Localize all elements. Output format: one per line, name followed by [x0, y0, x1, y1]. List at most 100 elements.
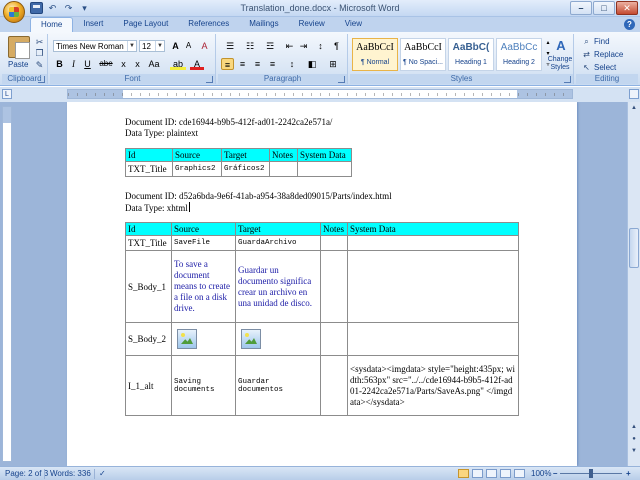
cell-target[interactable] — [235, 322, 321, 356]
shading-icon[interactable]: ◧ — [304, 58, 320, 70]
translation-table-2[interactable]: Id Source Target Notes System Data TXT_T… — [125, 222, 519, 416]
vertical-scrollbar[interactable]: ▲ ▲ ● ▼ — [627, 102, 640, 466]
font-color-button[interactable]: A — [190, 58, 204, 70]
draft-icon[interactable] — [514, 469, 525, 478]
cell-id[interactable]: S_Body_2 — [125, 322, 172, 356]
cell-system-data[interactable] — [347, 322, 519, 356]
borders-icon[interactable]: ⊞ — [324, 58, 342, 70]
previous-page-icon[interactable]: ▲ — [629, 422, 639, 432]
line-spacing-icon[interactable]: ↕ — [284, 58, 300, 70]
zoom-out-button[interactable]: – — [553, 469, 557, 478]
paragraph-launcher-icon[interactable] — [338, 76, 345, 83]
change-styles-icon[interactable]: A — [552, 38, 570, 54]
chevron-down-icon[interactable]: ▼ — [155, 41, 164, 51]
show-hide-button[interactable]: ¶ — [330, 40, 343, 52]
tab-insert[interactable]: Insert — [73, 17, 113, 32]
cell-target[interactable]: Guardar un documento significa crear un … — [235, 250, 321, 323]
scrollbar-thumb[interactable] — [629, 228, 639, 268]
cell-source[interactable]: Graphics2 — [172, 161, 222, 177]
multilevel-list-icon[interactable]: ☲ — [261, 40, 279, 52]
underline-button[interactable]: U — [81, 58, 94, 70]
cell-notes[interactable] — [320, 355, 348, 416]
align-left-icon[interactable]: ≡ — [221, 58, 234, 70]
close-button[interactable]: ✕ — [616, 1, 638, 15]
cell-source[interactable]: Saving documents — [171, 355, 236, 416]
outline-icon[interactable] — [500, 469, 511, 478]
scroll-up-icon[interactable]: ▲ — [629, 103, 639, 113]
cell-notes[interactable] — [320, 235, 348, 251]
page-count[interactable]: Page: 2 of 3 — [5, 469, 48, 478]
decrease-indent-icon[interactable]: ⇤ — [283, 40, 296, 52]
tab-home[interactable]: Home — [30, 17, 74, 32]
horizontal-ruler[interactable] — [67, 89, 573, 99]
justify-icon[interactable]: ≡ — [266, 58, 279, 70]
select-button[interactable]: ↖ Select — [582, 63, 616, 72]
maximize-button[interactable]: □ — [593, 1, 615, 15]
cell-id[interactable]: TXT_Title — [125, 235, 172, 251]
clipboard-launcher-icon[interactable] — [38, 76, 45, 83]
align-center-icon[interactable]: ≡ — [236, 58, 249, 70]
print-layout-icon[interactable] — [458, 469, 469, 478]
cell-target[interactable]: Gráficos2 — [221, 161, 270, 177]
cell-source[interactable]: SaveFile — [171, 235, 236, 251]
document-page[interactable]: Document ID: cde16944-b9b5-412f-ad01-224… — [67, 102, 577, 466]
cut-icon[interactable]: ✂ — [34, 37, 45, 47]
shrink-font-button[interactable]: A — [182, 40, 195, 52]
style-heading-2[interactable]: AaBbCc Heading 2 — [496, 38, 542, 71]
full-screen-reading-icon[interactable] — [472, 469, 483, 478]
tab-review[interactable]: Review — [289, 17, 335, 32]
proofing-icon[interactable]: ✓ — [99, 469, 106, 478]
help-icon[interactable]: ? — [624, 19, 635, 30]
align-right-icon[interactable]: ≡ — [251, 58, 264, 70]
sort-icon[interactable]: ↕ — [314, 40, 327, 52]
copy-icon[interactable]: ❐ — [34, 48, 45, 58]
tab-mailings[interactable]: Mailings — [239, 17, 288, 32]
font-name-combo[interactable]: Times New Roman ▼ — [53, 40, 137, 52]
bullets-icon[interactable]: ☰ — [221, 40, 239, 52]
cell-id[interactable]: S_Body_1 — [125, 250, 172, 323]
cell-source[interactable]: To save a document means to create a fil… — [171, 250, 236, 323]
zoom-slider-knob[interactable] — [589, 469, 593, 478]
style-heading-1[interactable]: AaBbC( Heading 1 — [448, 38, 494, 71]
style-no-spacing[interactable]: AaBbCcI ¶ No Spaci... — [400, 38, 446, 71]
strikethrough-button[interactable]: abe — [97, 58, 115, 70]
tab-references[interactable]: References — [178, 17, 239, 32]
cell-notes[interactable] — [320, 250, 348, 323]
cell-id[interactable]: I_1_alt — [125, 355, 172, 416]
change-styles-button[interactable]: Change Styles — [546, 56, 574, 72]
paste-icon[interactable] — [8, 36, 30, 59]
cell-id[interactable]: TXT_Title — [125, 161, 173, 177]
font-size-combo[interactable]: 12 ▼ — [139, 40, 165, 52]
replace-button[interactable]: ⇄ Replace — [582, 50, 623, 59]
paste-button-label[interactable]: Paste — [8, 60, 28, 69]
bold-button[interactable]: B — [53, 58, 66, 70]
translation-table-1[interactable]: Id Source Target Notes System Data TXT_T… — [125, 148, 352, 177]
cell-system-data[interactable] — [347, 250, 519, 323]
cell-system-data[interactable] — [347, 235, 519, 251]
browse-object-icon[interactable]: ● — [629, 434, 639, 444]
tab-selector-icon[interactable]: L — [2, 89, 12, 99]
image-placeholder-icon[interactable] — [241, 329, 261, 349]
numbering-icon[interactable]: ☷ — [241, 40, 259, 52]
cell-target[interactable]: GuardaArchivo — [235, 235, 321, 251]
font-launcher-icon[interactable] — [206, 76, 213, 83]
tab-page-layout[interactable]: Page Layout — [113, 17, 178, 32]
cell-system-data[interactable]: <sysdata><imgdata> style="height:435px; … — [347, 355, 519, 416]
cell-notes[interactable] — [320, 322, 348, 356]
find-button[interactable]: ⌕ Find — [582, 37, 609, 46]
word-count[interactable]: Words: 336 — [50, 469, 91, 478]
tab-view[interactable]: View — [335, 17, 372, 32]
zoom-in-button[interactable]: + — [626, 469, 631, 478]
vertical-ruler[interactable] — [2, 106, 12, 462]
styles-launcher-icon[interactable] — [564, 76, 571, 83]
office-button[interactable] — [3, 1, 25, 23]
format-painter-icon[interactable]: ✎ — [34, 60, 45, 70]
minimize-button[interactable]: – — [570, 1, 592, 15]
style-normal[interactable]: AaBbCcI ¶ Normal — [352, 38, 398, 71]
zoom-level[interactable]: 100% — [531, 469, 551, 478]
cell-source[interactable] — [171, 322, 236, 356]
subscript-button[interactable]: x — [117, 58, 130, 70]
web-layout-icon[interactable] — [486, 469, 497, 478]
highlight-button[interactable]: ab — [170, 58, 186, 70]
view-ruler-icon[interactable] — [629, 89, 639, 99]
